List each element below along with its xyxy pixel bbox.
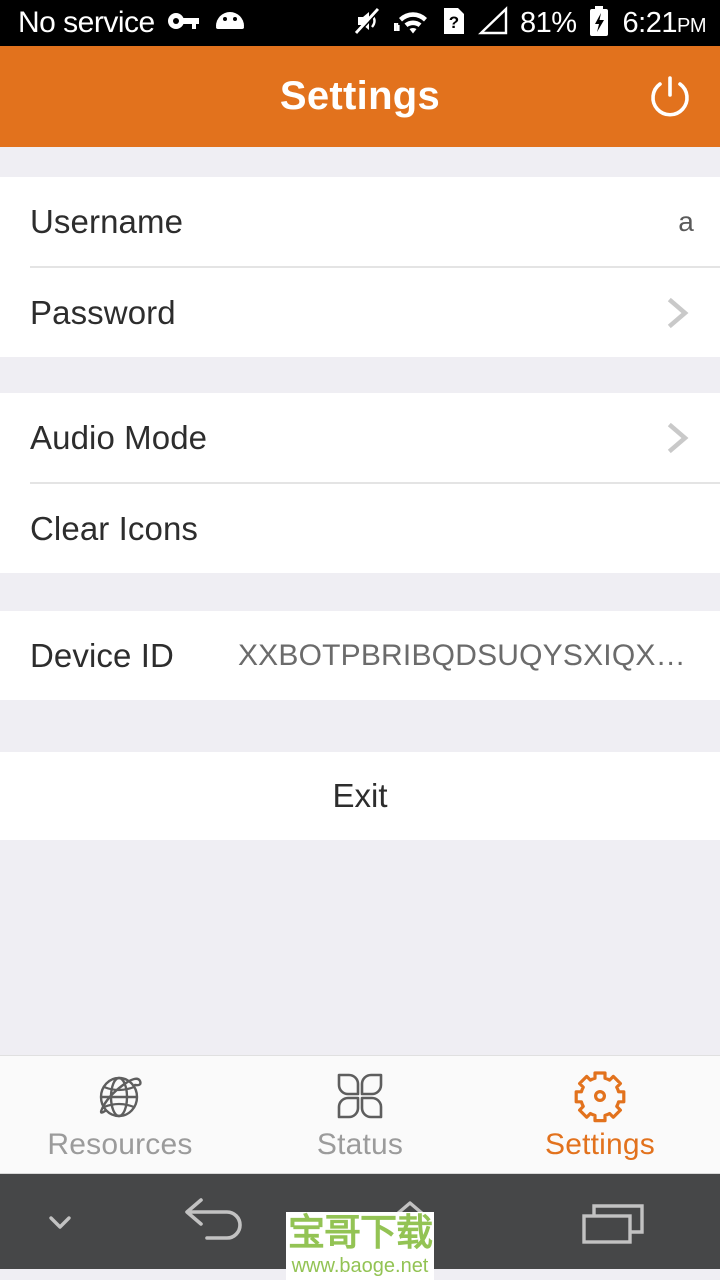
settings-row-value: a bbox=[678, 205, 694, 237]
sim-unknown-icon: ? bbox=[442, 6, 466, 41]
section-gap bbox=[0, 357, 720, 393]
vpn-key-icon bbox=[167, 10, 201, 37]
settings-content: Username a Password Audio Mode Clear Ico… bbox=[0, 147, 720, 1055]
settings-row-device-id[interactable]: Device ID XXBOTPBRIBQDSUQYSXIQXTFPR… bbox=[0, 611, 720, 700]
mute-icon bbox=[352, 6, 382, 41]
chevron-right-icon bbox=[660, 421, 694, 455]
settings-row-label: Clear Icons bbox=[30, 509, 199, 547]
tab-status[interactable]: Status bbox=[240, 1056, 480, 1173]
recents-icon bbox=[582, 1203, 644, 1244]
back-button[interactable] bbox=[120, 1192, 310, 1252]
section-gap bbox=[0, 573, 720, 611]
battery-percent-label: 81% bbox=[520, 6, 577, 39]
wifi-icon bbox=[393, 6, 431, 41]
tab-resources[interactable]: Resources bbox=[0, 1056, 240, 1173]
android-head-icon bbox=[213, 10, 247, 37]
tab-settings[interactable]: Settings bbox=[480, 1056, 720, 1173]
status-bar-left: No service bbox=[18, 6, 247, 40]
chevron-right-icon bbox=[660, 296, 694, 330]
clover-icon bbox=[334, 1068, 386, 1124]
settings-row-username[interactable]: Username a bbox=[0, 177, 720, 266]
svg-text:?: ? bbox=[449, 13, 459, 32]
clock-meridiem: PM bbox=[677, 14, 707, 37]
section-gap bbox=[0, 700, 720, 752]
section-gap bbox=[0, 147, 720, 177]
clock-label: 6:21PM bbox=[622, 6, 707, 40]
back-arrow-icon bbox=[185, 1197, 242, 1240]
watermark-text: 宝哥下载 bbox=[288, 1212, 433, 1253]
hide-keyboard-button[interactable] bbox=[0, 1202, 120, 1242]
settings-row-label: Audio Mode bbox=[30, 418, 208, 456]
exit-button[interactable]: Exit bbox=[0, 752, 720, 840]
gear-icon bbox=[573, 1068, 627, 1124]
action-bar: Settings bbox=[0, 46, 720, 147]
bottom-tab-bar: Resources Status Settings bbox=[0, 1055, 720, 1174]
carrier-label: No service bbox=[18, 6, 155, 39]
tab-label: Settings bbox=[545, 1127, 655, 1161]
settings-row-label: Username bbox=[30, 202, 184, 240]
status-bar-right: ? 81% 6:21PM bbox=[352, 5, 707, 42]
power-icon bbox=[651, 75, 689, 116]
power-button[interactable] bbox=[642, 69, 698, 125]
settings-group-device: Device ID XXBOTPBRIBQDSUQYSXIQXTFPR… bbox=[0, 611, 720, 700]
settings-row-password[interactable]: Password bbox=[0, 268, 720, 357]
page-title: Settings bbox=[279, 74, 441, 118]
settings-group-account: Username a Password bbox=[0, 177, 720, 357]
settings-row-label: Device ID bbox=[30, 636, 174, 674]
settings-row-audio-mode[interactable]: Audio Mode bbox=[0, 393, 720, 482]
tab-label: Resources bbox=[47, 1127, 193, 1161]
settings-group-audio: Audio Mode Clear Icons bbox=[0, 393, 720, 573]
settings-row-value: XXBOTPBRIBQDSUQYSXIQXTFPR… bbox=[237, 638, 694, 672]
status-bar: No service ? 81% 6:21PM bbox=[0, 0, 720, 46]
globe-icon bbox=[93, 1068, 147, 1124]
settings-row-clear-icons[interactable]: Clear Icons bbox=[0, 484, 720, 573]
recents-button[interactable] bbox=[510, 1194, 720, 1250]
signal-icon bbox=[477, 5, 509, 41]
battery-charging-icon bbox=[588, 5, 610, 42]
phone-screen: No service ? 81% 6:21PM Settings Usernam… bbox=[0, 0, 720, 1280]
watermark-url: www.baoge.net bbox=[291, 1255, 429, 1277]
content-filler bbox=[0, 840, 720, 1055]
tab-label: Status bbox=[316, 1127, 404, 1161]
exit-button-label: Exit bbox=[332, 777, 388, 814]
clock-time: 6:21 bbox=[622, 6, 678, 39]
watermark-overlay: 宝哥下载 www.baoge.net bbox=[286, 1212, 434, 1280]
chevron-down-icon bbox=[49, 1215, 71, 1229]
settings-row-label: Password bbox=[30, 293, 176, 331]
